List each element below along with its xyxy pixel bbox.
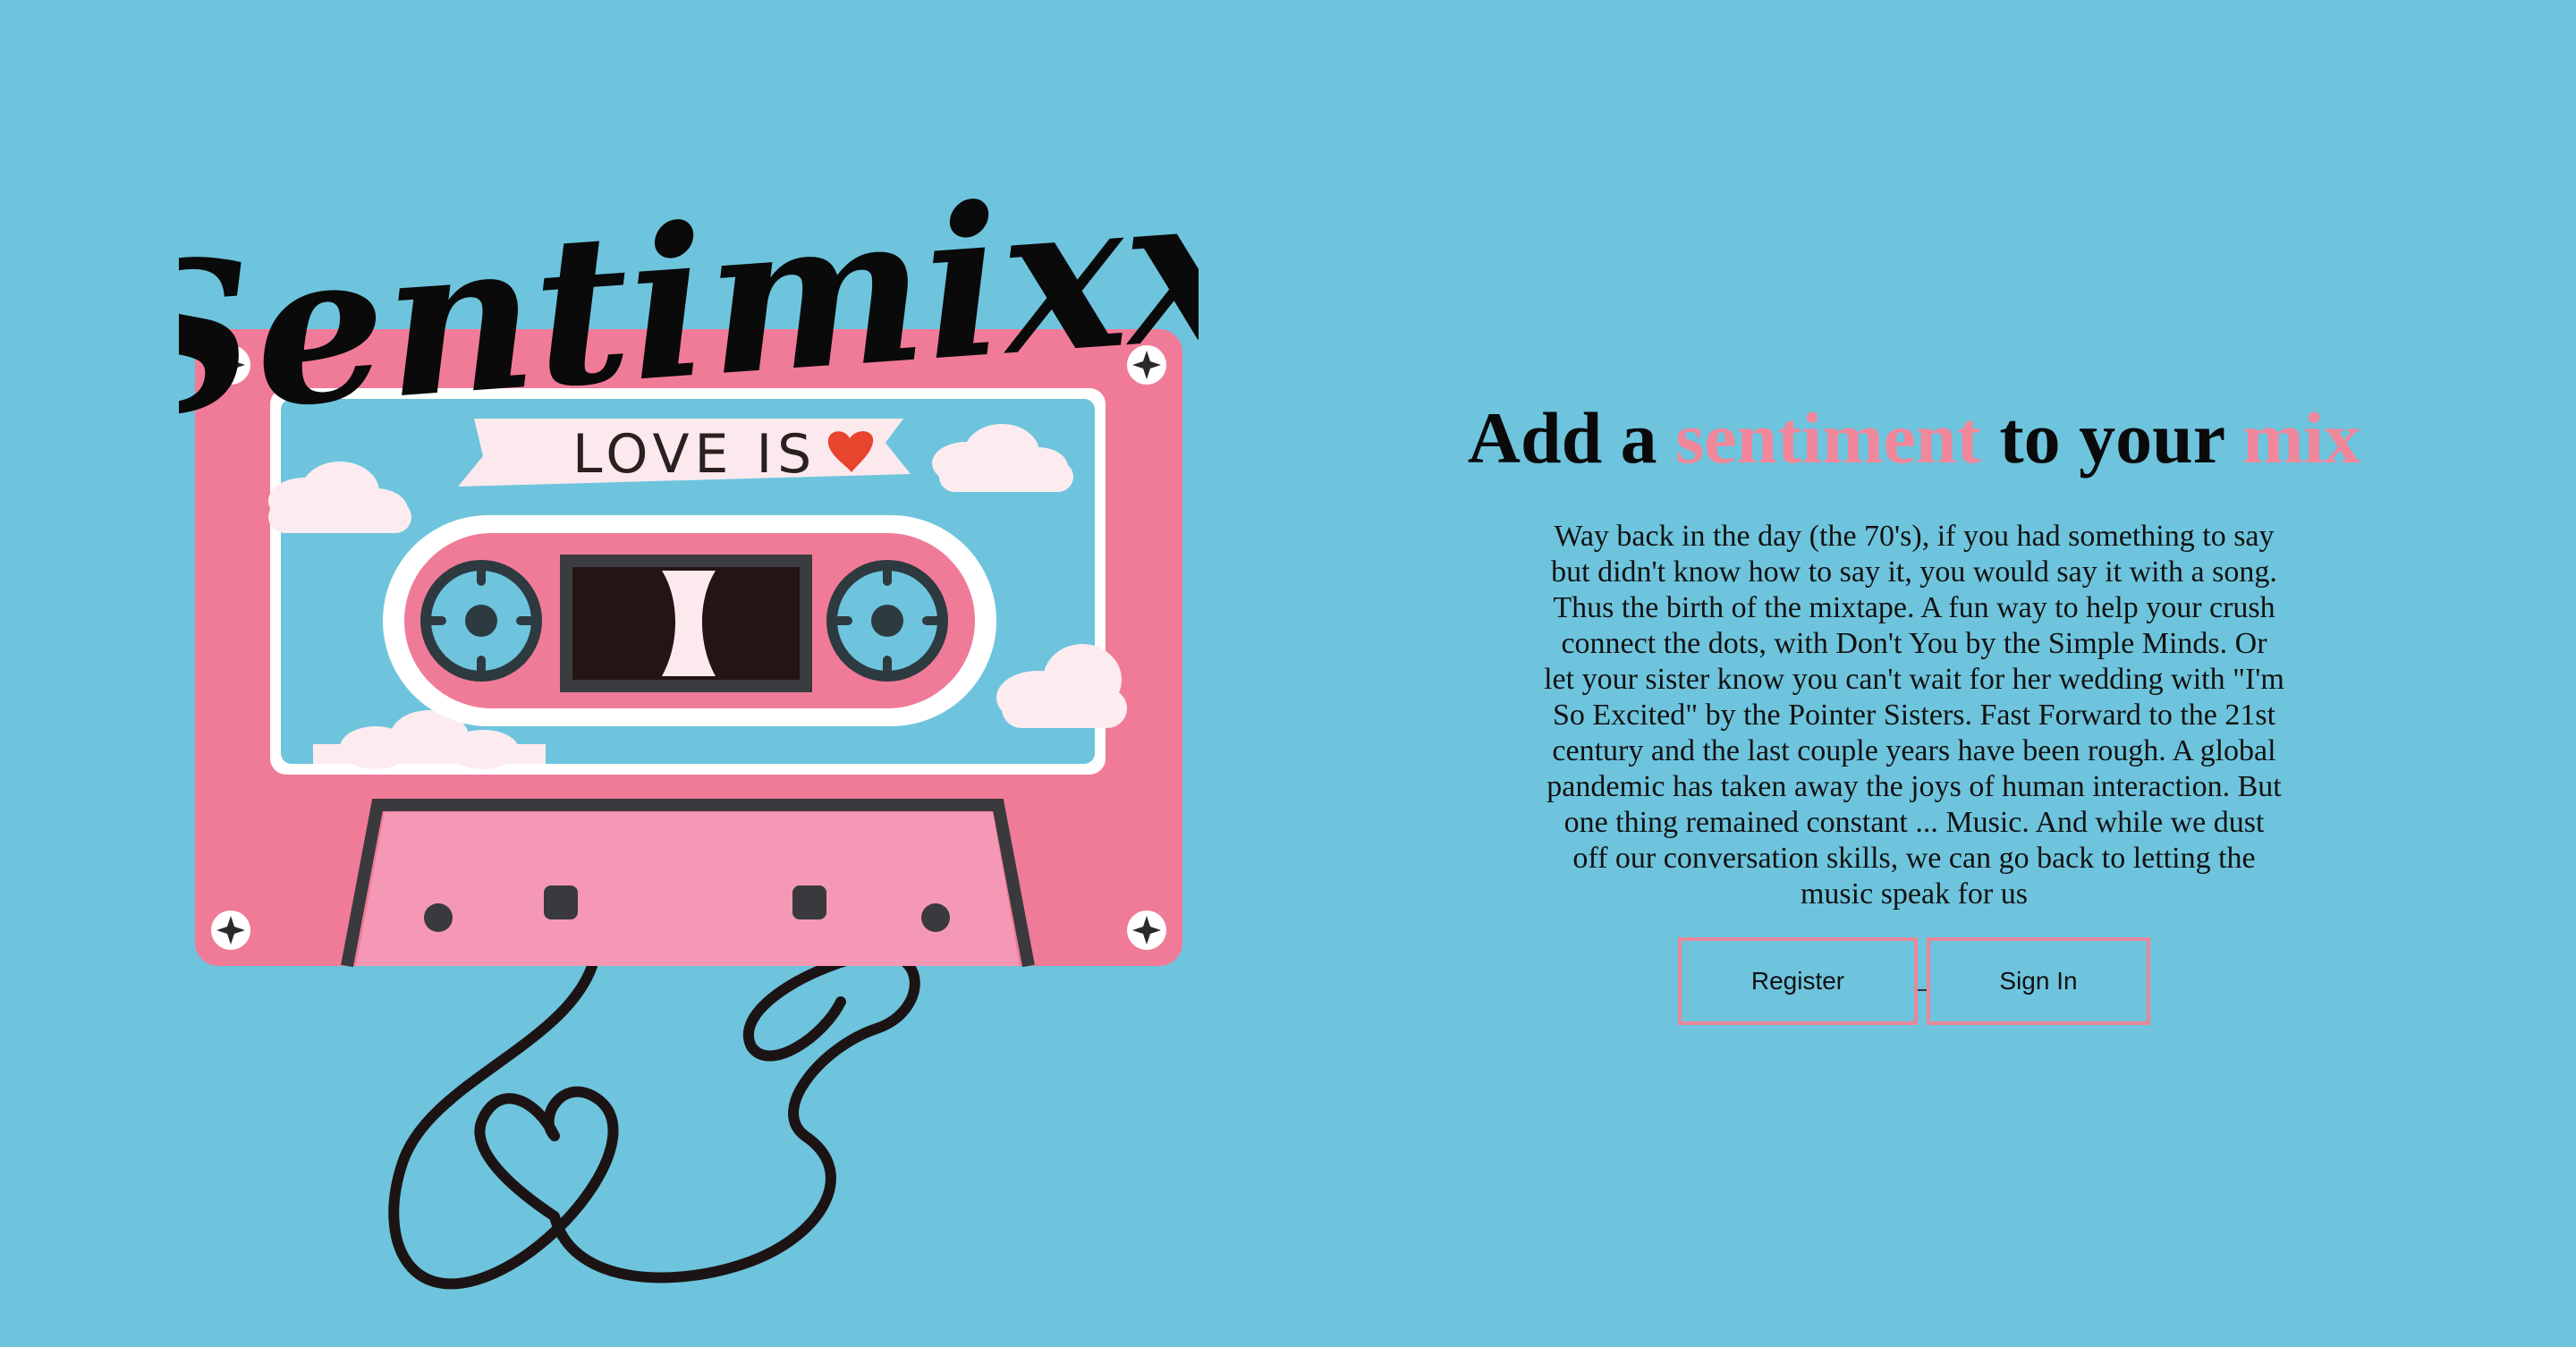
- register-button[interactable]: Register: [1678, 937, 1918, 1025]
- button-separator: [1918, 989, 1927, 991]
- headline-accent-sentiment: sentiment: [1675, 397, 1981, 479]
- headline-part-1: Add a: [1467, 397, 1657, 479]
- hero-illustration: LOVE IS Sentimixx: [179, 188, 1199, 1347]
- cassette-label-text: LOVE IS: [572, 423, 817, 486]
- headline-part-2: to your: [1999, 397, 2224, 479]
- headline: Add a sentiment to your mix: [1449, 394, 2379, 483]
- headline-accent-mix: mix: [2242, 397, 2361, 479]
- auth-actions: Register Sign In: [1449, 937, 2379, 1025]
- hero-content: Add a sentiment to your mix Way back in …: [1449, 394, 2379, 1025]
- tape-ribbon-heart: [388, 948, 920, 1290]
- intro-paragraph: Way back in the day (the 70's), if you h…: [1544, 520, 2284, 911]
- cassette-tape-illustration: LOVE IS Sentimixx: [179, 188, 1199, 1290]
- sign-in-button[interactable]: Sign In: [1927, 937, 2150, 1025]
